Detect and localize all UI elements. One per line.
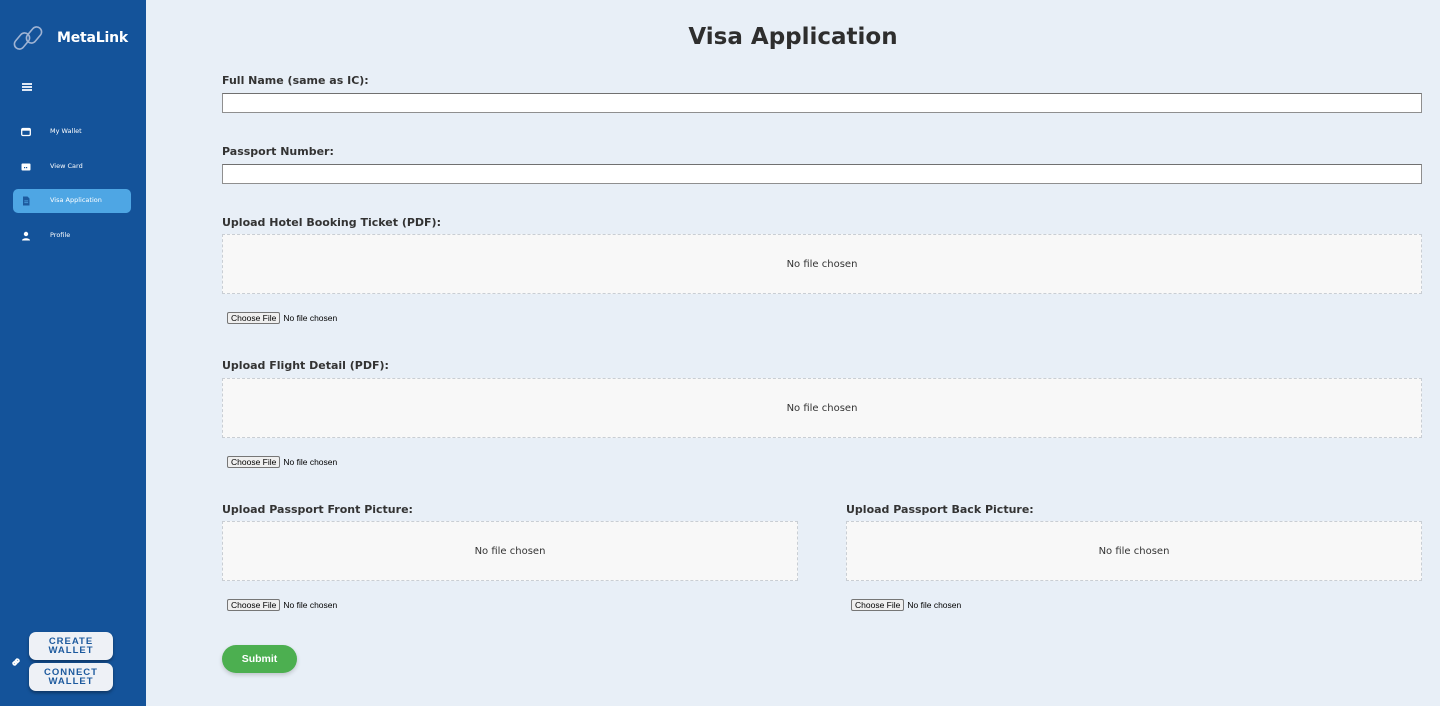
create-wallet-button[interactable]: CREATE WALLET xyxy=(29,632,113,660)
hotel-booking-file-input: Choose File No file chosen xyxy=(227,311,337,324)
connect-wallet-button[interactable]: CONNECT WALLET xyxy=(29,663,113,691)
sidebar-item-my-wallet[interactable]: My Wallet xyxy=(13,120,131,144)
flight-detail-dropzone[interactable]: No file chosen xyxy=(222,378,1422,438)
sidebar-item-label: My Wallet xyxy=(50,127,82,135)
brand: MetaLink xyxy=(10,22,128,58)
passport-front-choose-file-button[interactable]: Choose File xyxy=(227,598,281,611)
passport-back-dropzone[interactable]: No file chosen xyxy=(846,521,1422,581)
passport-back-file-input: Choose File No file chosen xyxy=(851,598,961,611)
full-name-label: Full Name (same as IC): xyxy=(222,74,369,87)
sidebar-item-label: View Card xyxy=(50,161,83,170)
sidebar: MetaLink My Wallet View Card Visa Applic… xyxy=(0,0,146,706)
sidebar-item-label: Profile xyxy=(50,231,71,240)
sidebar-item-label: Visa Application xyxy=(50,196,102,205)
sidebar-item-profile[interactable]: Profile xyxy=(13,224,131,248)
passport-front-file-input: Choose File No file chosen xyxy=(227,598,337,611)
flight-detail-label: Upload Flight Detail (PDF): xyxy=(222,359,389,372)
sidebar-item-view-card[interactable]: View Card xyxy=(13,155,131,179)
main-content: Visa Application Full Name (same as IC):… xyxy=(146,0,1440,706)
document-icon xyxy=(23,196,30,206)
passport-back-label: Upload Passport Back Picture: xyxy=(846,503,1034,516)
chain-link-logo-icon xyxy=(13,26,43,50)
passport-front-preview-text: No file chosen xyxy=(474,545,546,557)
flight-detail-preview-text: No file chosen xyxy=(786,402,858,414)
sidebar-nav: My Wallet View Card Visa Application Pro… xyxy=(13,120,131,259)
hotel-booking-label: Upload Hotel Booking Ticket (PDF): xyxy=(222,216,441,229)
passport-front-dropzone[interactable]: No file chosen xyxy=(222,521,798,581)
card-icon xyxy=(21,163,31,171)
flight-detail-choose-file-button[interactable]: Choose File xyxy=(227,455,281,468)
submit-button[interactable]: Submit xyxy=(222,645,297,673)
flight-detail-file-input: Choose File No file chosen xyxy=(227,455,337,468)
passport-number-label: Passport Number: xyxy=(222,145,334,158)
passport-back-file-status: No file chosen xyxy=(907,599,962,610)
passport-front-file-status: No file chosen xyxy=(283,599,338,610)
passport-front-label: Upload Passport Front Picture: xyxy=(222,503,413,516)
wallet-icon xyxy=(21,127,31,137)
passport-number-input[interactable] xyxy=(222,164,1422,184)
flight-detail-file-status: No file chosen xyxy=(283,456,338,467)
passport-back-choose-file-button[interactable]: Choose File xyxy=(851,598,905,611)
hotel-booking-file-status: No file chosen xyxy=(283,312,338,323)
full-name-input[interactable] xyxy=(222,93,1422,113)
brand-name: MetaLink xyxy=(57,30,128,46)
user-icon xyxy=(22,231,30,241)
page-title: Visa Application xyxy=(688,24,898,50)
link-icon xyxy=(12,658,20,666)
hotel-booking-choose-file-button[interactable]: Choose File xyxy=(227,311,281,324)
hotel-booking-preview-text: No file chosen xyxy=(786,258,858,270)
sidebar-item-visa-application[interactable]: Visa Application xyxy=(13,189,131,214)
hamburger-icon[interactable] xyxy=(22,83,32,91)
hotel-booking-dropzone[interactable]: No file chosen xyxy=(222,234,1422,294)
passport-back-preview-text: No file chosen xyxy=(1098,545,1170,557)
